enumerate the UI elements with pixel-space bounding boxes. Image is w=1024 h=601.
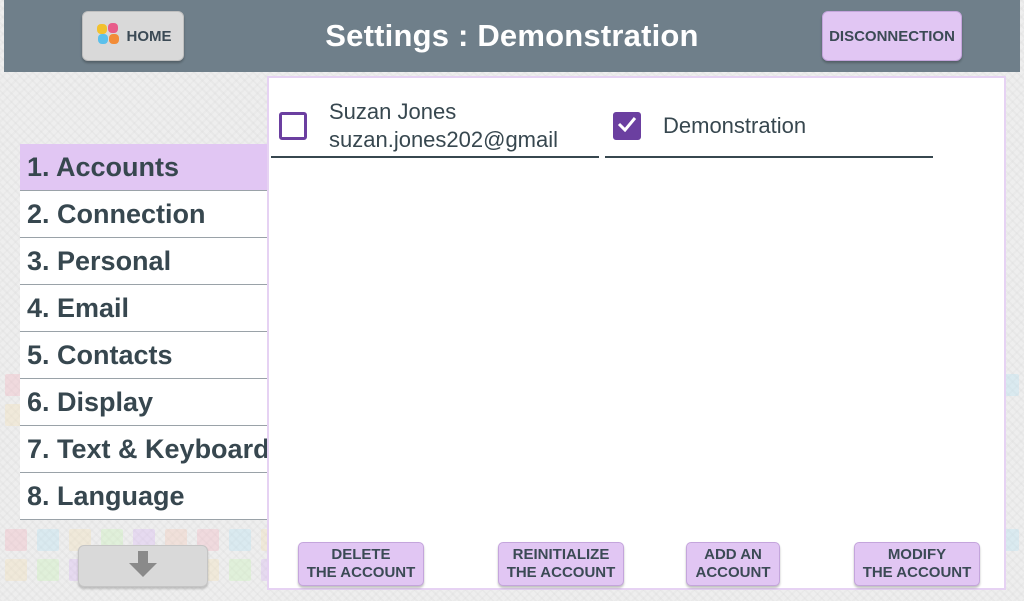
account-email: suzan.jones202@gmail: [329, 127, 559, 152]
account-name: Suzan Jones: [329, 99, 457, 124]
background-tile: [5, 559, 27, 581]
account-item[interactable]: Demonstration: [605, 96, 933, 158]
add-account-button[interactable]: ADD AN ACCOUNT: [686, 542, 780, 586]
settings-menu: 1. Accounts 2. Connection 3. Personal 4.…: [20, 144, 267, 520]
header-bar: HOME Settings : Demonstration DISCONNECT…: [4, 0, 1020, 72]
menu-item-contacts[interactable]: 5. Contacts: [20, 332, 267, 379]
home-button[interactable]: HOME: [82, 11, 184, 61]
background-tile: [229, 559, 251, 581]
modify-account-button[interactable]: MODIFY THE ACCOUNT: [854, 542, 980, 586]
scroll-down-button[interactable]: [78, 545, 208, 587]
app-logo-icon: [95, 21, 121, 52]
arrow-down-icon: [126, 549, 160, 584]
account-item[interactable]: Suzan Jones suzan.jones202@gmail: [271, 96, 599, 158]
menu-item-connection[interactable]: 2. Connection: [20, 191, 267, 238]
reinitialize-account-button[interactable]: REINITIALIZE THE ACCOUNT: [498, 542, 624, 586]
checkmark-icon: [617, 116, 637, 137]
account-checkbox[interactable]: [613, 112, 641, 140]
menu-item-accounts[interactable]: 1. Accounts: [20, 144, 267, 191]
menu-item-language[interactable]: 8. Language: [20, 473, 267, 520]
background-tile: [5, 529, 27, 551]
account-name: Demonstration: [663, 113, 807, 138]
home-button-label: HOME: [126, 27, 172, 45]
disconnect-button[interactable]: DISCONNECTION: [822, 11, 962, 61]
menu-item-personal[interactable]: 3. Personal: [20, 238, 267, 285]
menu-item-display[interactable]: 6. Display: [20, 379, 267, 426]
menu-item-email[interactable]: 4. Email: [20, 285, 267, 332]
background-tile: [37, 559, 59, 581]
account-checkbox[interactable]: [279, 112, 307, 140]
delete-account-button[interactable]: DELETE THE ACCOUNT: [298, 542, 424, 586]
background-tile: [229, 529, 251, 551]
accounts-panel: Suzan Jones suzan.jones202@gmail Demonst…: [267, 76, 1006, 590]
menu-item-text-keyboard[interactable]: 7. Text & Keyboard: [20, 426, 267, 473]
account-info: Suzan Jones suzan.jones202@gmail: [329, 98, 558, 154]
page-title: Settings : Demonstration: [325, 18, 699, 53]
background-tile: [37, 529, 59, 551]
